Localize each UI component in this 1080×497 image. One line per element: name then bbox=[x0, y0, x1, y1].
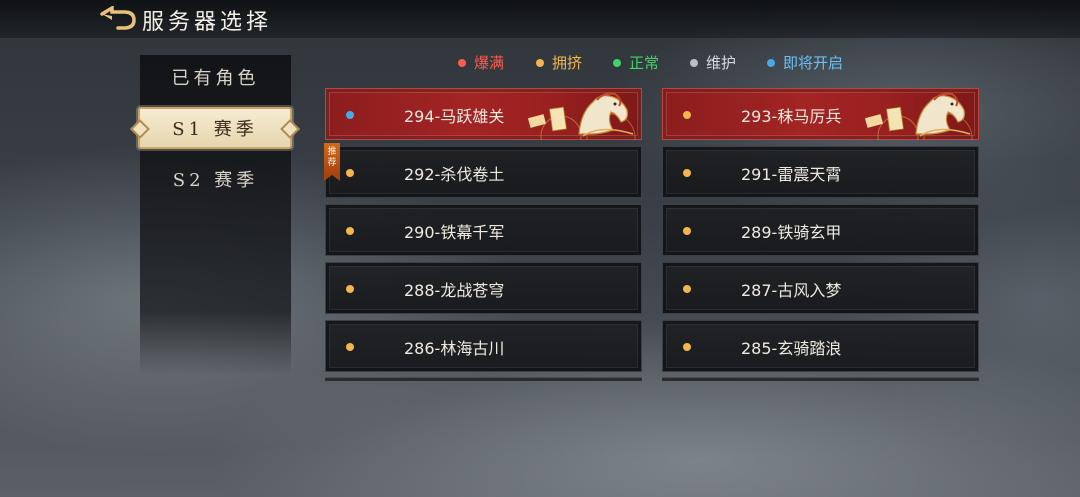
status-dot bbox=[683, 343, 691, 351]
server-name: 293-秣马厉兵 bbox=[741, 107, 842, 126]
server-card-293[interactable]: 293-秣马厉兵 bbox=[662, 88, 979, 140]
legend-dot bbox=[690, 58, 698, 67]
legend-full: 爆满 bbox=[458, 52, 504, 73]
server-card-292[interactable]: 推荐 292-杀伐卷土 bbox=[324, 143, 642, 198]
legend-normal: 正常 bbox=[613, 52, 659, 73]
top-bar: 服务器选择 bbox=[0, 0, 1080, 38]
server-name: 287-古风入梦 bbox=[741, 281, 842, 300]
server-name: 290-铁幕千军 bbox=[404, 223, 505, 242]
server-card-partial[interactable] bbox=[662, 377, 979, 381]
legend-label: 维护 bbox=[706, 54, 737, 72]
status-dot bbox=[346, 343, 354, 351]
legend-dot bbox=[767, 58, 775, 67]
legend-crowded: 拥挤 bbox=[536, 52, 582, 73]
server-name: 286-林海古川 bbox=[404, 339, 505, 358]
season-sidebar: 已有角色 S1 赛季 S2 赛季 bbox=[138, 55, 292, 375]
server-card-291[interactable]: 291-雷震天霄 bbox=[662, 146, 979, 198]
legend-label: 拥挤 bbox=[552, 54, 583, 72]
server-name: 288-龙战苍穹 bbox=[404, 281, 505, 300]
server-card-289[interactable]: 289-铁骑玄甲 bbox=[662, 204, 979, 256]
status-dot bbox=[683, 227, 691, 235]
status-dot bbox=[346, 169, 354, 177]
legend-maintenance: 维护 bbox=[690, 52, 736, 73]
server-name: 291-雷震天霄 bbox=[741, 165, 842, 184]
status-dot bbox=[346, 227, 354, 235]
server-name: 294-马跃雄关 bbox=[404, 107, 505, 126]
horse-banner-icon bbox=[527, 92, 636, 140]
server-card-285[interactable]: 285-玄骑踏浪 bbox=[662, 320, 979, 372]
status-dot bbox=[683, 285, 691, 293]
legend-label: 正常 bbox=[629, 54, 660, 72]
status-dot bbox=[683, 111, 691, 119]
server-name: 292-杀伐卷土 bbox=[404, 165, 505, 184]
server-name: 289-铁骑玄甲 bbox=[741, 223, 842, 242]
server-card-287[interactable]: 287-古风入梦 bbox=[662, 262, 979, 314]
back-arrow-icon[interactable] bbox=[100, 6, 136, 32]
server-card-290[interactable]: 290-铁幕千军 bbox=[325, 204, 642, 256]
legend-label: 爆满 bbox=[474, 54, 505, 72]
page-title: 服务器选择 bbox=[142, 10, 273, 35]
status-legend: 爆满 拥挤 正常 维护 即将开启 bbox=[0, 52, 1080, 72]
legend-coming-soon: 即将开启 bbox=[767, 52, 843, 73]
legend-dot bbox=[536, 58, 544, 67]
server-card-294[interactable]: 294-马跃雄关 bbox=[325, 88, 642, 140]
legend-dot bbox=[613, 58, 621, 67]
server-card-288[interactable]: 288-龙战苍穹 bbox=[325, 262, 642, 314]
horse-banner-icon bbox=[864, 92, 973, 140]
server-card-partial[interactable] bbox=[325, 377, 642, 381]
server-card-286[interactable]: 286-林海古川 bbox=[325, 320, 642, 372]
legend-label: 即将开启 bbox=[783, 54, 844, 72]
tab-season-s1[interactable]: S1 赛季 bbox=[138, 107, 292, 149]
status-dot bbox=[346, 111, 354, 119]
status-dot bbox=[346, 285, 354, 293]
legend-dot bbox=[458, 58, 466, 67]
tab-season-s2[interactable]: S2 赛季 bbox=[140, 159, 291, 199]
server-name: 285-玄骑踏浪 bbox=[741, 339, 842, 358]
recommend-tag: 推荐 bbox=[324, 143, 340, 181]
status-dot bbox=[683, 169, 691, 177]
